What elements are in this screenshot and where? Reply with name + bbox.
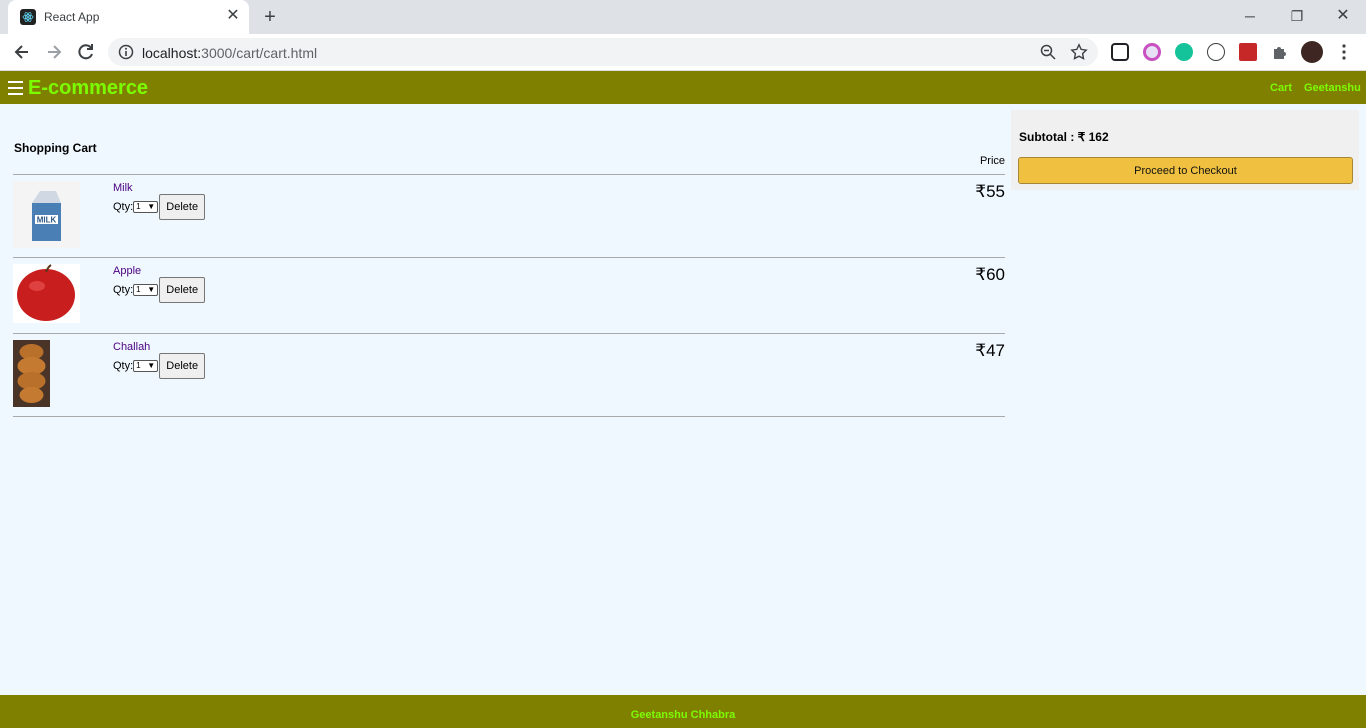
item-name[interactable]: Apple <box>113 265 141 277</box>
subtotal-panel: Subtotal : ₹ 162 Proceed to Checkout <box>1011 110 1359 190</box>
cart-item: Challah Qty: 1 ▼ Delete ₹47 <box>13 333 1005 416</box>
close-window-icon[interactable]: ✕ <box>1333 6 1353 26</box>
qty-row: Qty: 1 ▼ Delete <box>113 353 206 379</box>
minimize-icon[interactable]: ─ <box>1240 6 1260 26</box>
react-favicon <box>20 9 36 25</box>
milk-product-image[interactable]: MILK <box>13 181 80 248</box>
hamburger-menu-icon[interactable] <box>8 81 23 95</box>
plus-icon[interactable]: + <box>260 7 280 27</box>
profile-avatar[interactable] <box>1301 41 1323 63</box>
tab-title: React App <box>44 10 100 24</box>
chevron-down-icon: ▼ <box>147 285 156 294</box>
close-icon[interactable]: ✕ <box>225 8 241 24</box>
browser-toolbar: localhost:3000/cart/cart.html <box>0 34 1366 71</box>
zoom-icon[interactable] <box>1039 43 1057 61</box>
challah-product-image[interactable] <box>13 340 50 407</box>
extension-icon[interactable] <box>1111 43 1129 61</box>
qty-label: Qty: <box>113 360 134 372</box>
cart-item: Apple Qty: 1 ▼ Delete ₹60 <box>13 257 1005 333</box>
reload-icon[interactable] <box>76 42 96 62</box>
back-arrow-icon[interactable] <box>12 42 32 62</box>
extension-icon[interactable] <box>1207 43 1225 61</box>
info-icon[interactable] <box>118 44 134 60</box>
apple-product-image[interactable] <box>13 264 80 323</box>
delete-button[interactable]: Delete <box>159 353 206 379</box>
qty-row: Qty: 1 ▼ Delete <box>113 277 206 303</box>
footer-text: Geetanshu Chhabra <box>630 709 736 721</box>
qty-row: Qty: 1 ▼ Delete <box>113 194 206 220</box>
chevron-down-icon: ▼ <box>147 361 156 370</box>
forward-arrow-icon[interactable] <box>44 42 64 62</box>
subtotal-text: Subtotal : ₹ 162 <box>1019 130 1109 144</box>
user-link[interactable]: Geetanshu <box>1304 82 1361 94</box>
puzzle-icon[interactable] <box>1271 43 1289 61</box>
brand-logo[interactable]: E-commerce <box>28 77 148 100</box>
item-price: ₹55 <box>975 182 1005 201</box>
qty-select[interactable]: 1 ▼ <box>133 284 159 296</box>
qty-select[interactable]: 1 ▼ <box>133 360 159 372</box>
checkout-button[interactable]: Proceed to Checkout <box>1018 157 1353 184</box>
svg-text:MILK: MILK <box>37 216 57 225</box>
item-name[interactable]: Milk <box>113 182 133 194</box>
cart-divider <box>13 416 1005 417</box>
kebab-menu-icon[interactable] <box>1336 43 1352 61</box>
qty-label: Qty: <box>113 201 134 213</box>
app-footer: Geetanshu Chhabra <box>0 695 1366 728</box>
browser-tab-bar: React App ✕ + ─ ❐ ✕ <box>0 0 1366 34</box>
qty-select[interactable]: 1 ▼ <box>133 201 159 213</box>
restore-icon[interactable]: ❐ <box>1287 6 1307 26</box>
cart-title: Shopping Cart <box>14 141 97 155</box>
extension-icon[interactable] <box>1143 43 1161 61</box>
qty-label: Qty: <box>113 284 134 296</box>
extension-icon[interactable] <box>1175 43 1193 61</box>
chevron-down-icon: ▼ <box>147 202 156 211</box>
browser-tab[interactable]: React App ✕ <box>8 0 249 34</box>
delete-button[interactable]: Delete <box>159 194 206 220</box>
app-header: E-commerce Cart Geetanshu <box>0 71 1366 104</box>
extension-icon[interactable] <box>1239 43 1257 61</box>
item-name[interactable]: Challah <box>113 341 150 353</box>
cart-link[interactable]: Cart <box>1270 82 1292 94</box>
cart-item: MILK Milk Qty: 1 ▼ Delete ₹55 <box>13 174 1005 258</box>
address-bar[interactable]: localhost:3000/cart/cart.html <box>108 38 1098 66</box>
item-price: ₹60 <box>975 265 1005 284</box>
star-icon[interactable] <box>1070 43 1088 61</box>
url-text: localhost:3000/cart/cart.html <box>142 45 318 61</box>
delete-button[interactable]: Delete <box>159 277 206 303</box>
price-header: Price <box>979 155 1005 167</box>
item-price: ₹47 <box>975 341 1005 360</box>
